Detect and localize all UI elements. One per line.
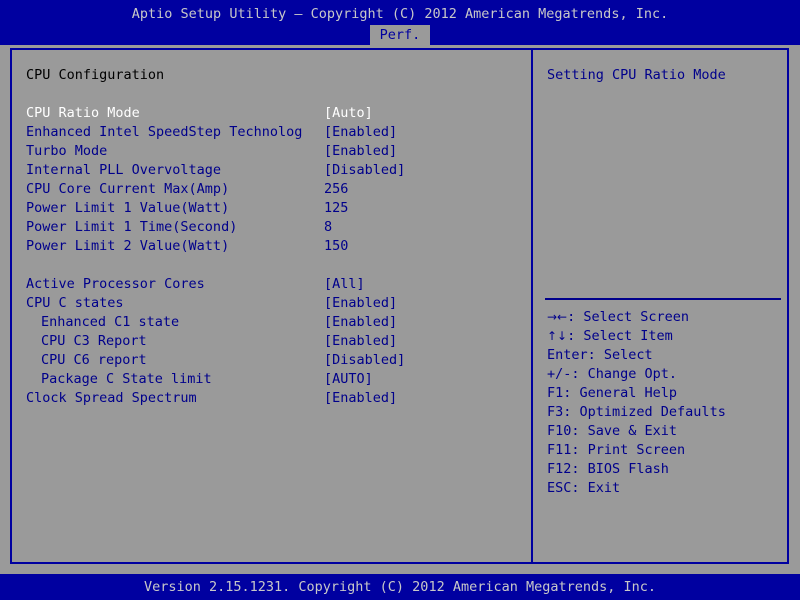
option-value[interactable]: 256 — [324, 180, 348, 199]
option-value[interactable]: [Enabled] — [324, 332, 397, 351]
key-legend-row: F11: Print Screen — [547, 441, 783, 460]
option-value[interactable]: [Enabled] — [324, 142, 397, 161]
option-value[interactable]: [Enabled] — [324, 294, 397, 313]
option-label: CPU C3 Report — [41, 333, 147, 349]
option-row[interactable]: Active Processor Cores [All] — [12, 275, 531, 294]
key-action-label: : Optimized Defaults — [563, 404, 726, 420]
option-label: CPU Core Current Max(Amp) — [26, 181, 230, 197]
option-row[interactable]: Internal PLL Overvoltage [Disabled] — [12, 161, 531, 180]
option-value[interactable]: 125 — [324, 199, 348, 218]
option-row[interactable]: CPU C6 report [Disabled] — [12, 351, 531, 370]
key-legend-row: ↑↓: Select Item — [547, 327, 783, 346]
option-value[interactable]: [Disabled] — [324, 161, 405, 180]
key-action-label: : Change Opt. — [571, 366, 678, 382]
menu-tab-strip: Perf. — [0, 25, 800, 47]
content-frame: CPU Configuration CPU Ratio Mode [Auto] En… — [10, 48, 789, 564]
key-name: F3 — [547, 404, 564, 420]
option-value[interactable]: [Auto] — [324, 104, 373, 123]
option-row[interactable]: Enhanced Intel SpeedStep Technolog [Enabl… — [12, 123, 531, 142]
option-row[interactable]: Package C State limit [AUTO] — [12, 370, 531, 389]
key-name: F12 — [547, 461, 572, 477]
utility-title: Aptio Setup Utility – Copyright (C) 2012… — [131, 6, 669, 22]
key-name: Enter — [547, 347, 588, 363]
help-divider — [545, 298, 781, 300]
key-name: F1 — [547, 385, 564, 401]
option-value[interactable]: [Enabled] — [324, 313, 397, 332]
key-name: ESC — [547, 480, 572, 496]
key-name: +/- — [547, 366, 572, 382]
key-legend-row: F1: General Help — [547, 384, 783, 403]
arrow-key-icon: →← — [547, 310, 568, 324]
option-value[interactable]: [AUTO] — [324, 370, 373, 389]
page-title: CPU Configuration — [26, 67, 165, 83]
option-row[interactable]: Turbo Mode [Enabled] — [12, 142, 531, 161]
option-label: Power Limit 2 Value(Watt) — [26, 238, 230, 254]
key-legend-row: F10: Save & Exit — [547, 422, 783, 441]
option-label: Active Processor Cores — [26, 276, 205, 292]
key-legend-row: F3: Optimized Defaults — [547, 403, 783, 422]
option-row[interactable]: Power Limit 1 Time(Second) 8 — [12, 218, 531, 237]
option-label: Power Limit 1 Time(Second) — [26, 219, 238, 235]
key-legend-row: +/-: Change Opt. — [547, 365, 783, 384]
arrow-key-icon: ↑↓ — [547, 329, 568, 343]
option-label: Clock Spread Spectrum — [26, 390, 197, 406]
key-action-label: : Select Item — [567, 328, 673, 344]
key-action-label: : BIOS Flash — [571, 461, 669, 477]
key-legend-row: ESC: Exit — [547, 479, 783, 498]
option-label: Turbo Mode — [26, 143, 108, 159]
option-row[interactable]: CPU C states [Enabled] — [12, 294, 531, 313]
option-row[interactable]: Power Limit 1 Value(Watt) 125 — [12, 199, 531, 218]
help-pane: Setting CPU Ratio Mode →←: Select Screen… — [533, 50, 787, 562]
option-label: Enhanced C1 state — [41, 314, 180, 330]
key-name: F10 — [547, 423, 572, 439]
option-value[interactable]: [Enabled] — [324, 123, 397, 142]
option-value[interactable]: 150 — [324, 237, 348, 256]
option-label: CPU C states — [26, 295, 124, 311]
option-value[interactable]: [All] — [324, 275, 365, 294]
option-value[interactable]: [Disabled] — [324, 351, 405, 370]
key-action-label: : Select — [587, 347, 653, 363]
option-label: Package C State limit — [41, 371, 212, 387]
key-action-label: : Select Screen — [567, 309, 690, 325]
option-row[interactable]: Enhanced C1 state [Enabled] — [12, 313, 531, 332]
option-row[interactable]: Clock Spread Spectrum [Enabled] — [12, 389, 531, 408]
key-legend-row: Enter: Select — [547, 346, 783, 365]
option-row[interactable]: Power Limit 2 Value(Watt) 150 — [12, 237, 531, 256]
option-label: Power Limit 1 Value(Watt) — [26, 200, 230, 216]
bios-setup-screen: Aptio Setup Utility – Copyright (C) 2012… — [0, 0, 800, 600]
key-name: F11 — [547, 442, 572, 458]
version-text: Version 2.15.1231. Copyright (C) 2012 Am… — [143, 579, 657, 595]
key-legend-list: →←: Select Screen ↑↓: Select Item Enter: S… — [547, 308, 783, 498]
option-list: CPU Ratio Mode [Auto] Enhanced Intel Speed… — [12, 104, 531, 408]
settings-pane: CPU Configuration CPU Ratio Mode [Auto] En… — [12, 50, 531, 562]
option-value[interactable]: [Enabled] — [324, 389, 397, 408]
title-bar: Aptio Setup Utility – Copyright (C) 2012… — [0, 0, 800, 47]
option-label: Internal PLL Overvoltage — [26, 162, 222, 178]
option-label: CPU Ratio Mode — [26, 105, 140, 121]
footer-bar: Version 2.15.1231. Copyright (C) 2012 Am… — [0, 574, 800, 600]
option-label: CPU C6 report — [41, 352, 147, 368]
key-legend-row: F12: BIOS Flash — [547, 460, 783, 479]
tab-perf[interactable]: Perf. — [369, 25, 431, 47]
key-action-label: : Print Screen — [571, 442, 686, 458]
option-separator — [12, 256, 531, 275]
help-description: Setting CPU Ratio Mode — [547, 67, 726, 83]
key-legend-row: →←: Select Screen — [547, 308, 783, 327]
option-label: Enhanced Intel SpeedStep Technolog — [26, 124, 303, 140]
option-row[interactable]: CPU Core Current Max(Amp) 256 — [12, 180, 531, 199]
key-action-label: : Save & Exit — [571, 423, 678, 439]
option-row[interactable]: CPU Ratio Mode [Auto] — [12, 104, 531, 123]
key-action-label: : Exit — [571, 480, 621, 496]
key-action-label: : General Help — [563, 385, 678, 401]
option-value[interactable]: 8 — [324, 218, 332, 237]
option-row[interactable]: CPU C3 Report [Enabled] — [12, 332, 531, 351]
